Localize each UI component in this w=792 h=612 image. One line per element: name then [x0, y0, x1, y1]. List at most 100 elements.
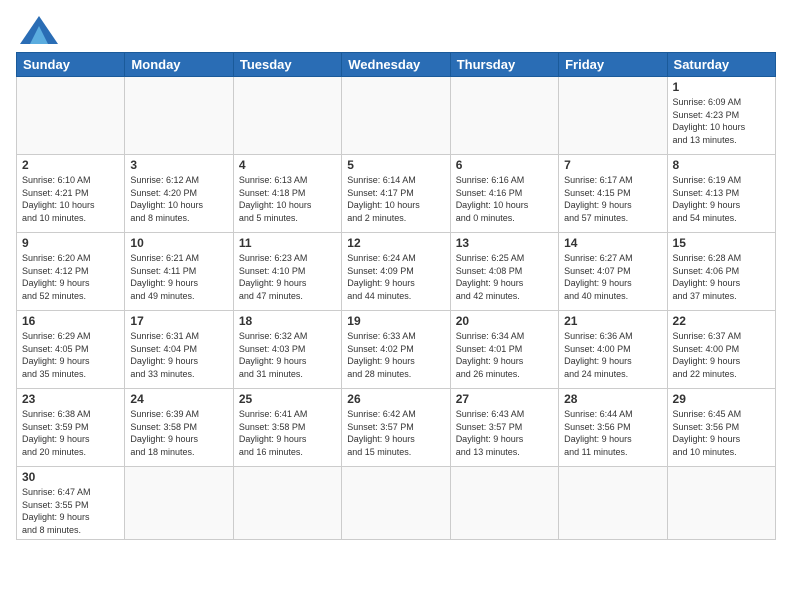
day-info: Sunrise: 6:29 AM Sunset: 4:05 PM Dayligh… — [22, 330, 119, 380]
calendar-cell: 29 Sunrise: 6:45 AM Sunset: 3:56 PM Dayli… — [667, 389, 775, 467]
day-info: Sunrise: 6:43 AM Sunset: 3:57 PM Dayligh… — [456, 408, 553, 458]
day-info: Sunrise: 6:32 AM Sunset: 4:03 PM Dayligh… — [239, 330, 336, 380]
weekday-thursday: Thursday — [450, 53, 558, 77]
day-number: 20 — [456, 314, 553, 328]
calendar-cell — [125, 467, 233, 540]
day-number: 9 — [22, 236, 119, 250]
calendar-cell — [450, 467, 558, 540]
day-info: Sunrise: 6:28 AM Sunset: 4:06 PM Dayligh… — [673, 252, 770, 302]
day-info: Sunrise: 6:24 AM Sunset: 4:09 PM Dayligh… — [347, 252, 444, 302]
calendar-cell: 23 Sunrise: 6:38 AM Sunset: 3:59 PM Dayli… — [17, 389, 125, 467]
calendar-cell — [450, 77, 558, 155]
calendar: SundayMondayTuesdayWednesdayThursdayFrid… — [16, 52, 776, 540]
weekday-saturday: Saturday — [667, 53, 775, 77]
weekday-friday: Friday — [559, 53, 667, 77]
calendar-cell: 19Sunrise: 6:33 AM Sunset: 4:02 PM Dayli… — [342, 311, 450, 389]
day-number: 12 — [347, 236, 444, 250]
day-info: Sunrise: 6:38 AM Sunset: 3:59 PM Dayligh… — [22, 408, 119, 458]
calendar-cell: 15 Sunrise: 6:28 AM Sunset: 4:06 PM Dayli… — [667, 233, 775, 311]
day-number: 21 — [564, 314, 661, 328]
header — [16, 16, 776, 44]
day-number: 26 — [347, 392, 444, 406]
day-number: 5 — [347, 158, 444, 172]
day-info: Sunrise: 6:13 AM Sunset: 4:18 PM Dayligh… — [239, 174, 336, 224]
calendar-cell: 12 Sunrise: 6:24 AM Sunset: 4:09 PM Dayli… — [342, 233, 450, 311]
day-number: 2 — [22, 158, 119, 172]
day-number: 15 — [673, 236, 770, 250]
day-info: Sunrise: 6:41 AM Sunset: 3:58 PM Dayligh… — [239, 408, 336, 458]
calendar-cell: 10 Sunrise: 6:21 AM Sunset: 4:11 PM Dayli… — [125, 233, 233, 311]
calendar-cell: 5 Sunrise: 6:14 AM Sunset: 4:17 PM Daylig… — [342, 155, 450, 233]
weekday-monday: Monday — [125, 53, 233, 77]
day-number: 4 — [239, 158, 336, 172]
calendar-cell: 8 Sunrise: 6:19 AM Sunset: 4:13 PM Daylig… — [667, 155, 775, 233]
day-info: Sunrise: 6:27 AM Sunset: 4:07 PM Dayligh… — [564, 252, 661, 302]
weekday-header-row: SundayMondayTuesdayWednesdayThursdayFrid… — [17, 53, 776, 77]
page: SundayMondayTuesdayWednesdayThursdayFrid… — [0, 0, 792, 612]
day-info: Sunrise: 6:47 AM Sunset: 3:55 PM Dayligh… — [22, 486, 119, 536]
day-info: Sunrise: 6:20 AM Sunset: 4:12 PM Dayligh… — [22, 252, 119, 302]
day-number: 1 — [673, 80, 770, 94]
calendar-cell: 13 Sunrise: 6:25 AM Sunset: 4:08 PM Dayli… — [450, 233, 558, 311]
calendar-cell: 2Sunrise: 6:10 AM Sunset: 4:21 PM Daylig… — [17, 155, 125, 233]
day-info: Sunrise: 6:42 AM Sunset: 3:57 PM Dayligh… — [347, 408, 444, 458]
day-info: Sunrise: 6:09 AM Sunset: 4:23 PM Dayligh… — [673, 96, 770, 146]
week-row-3: 9 Sunrise: 6:20 AM Sunset: 4:12 PM Daylig… — [17, 233, 776, 311]
day-info: Sunrise: 6:39 AM Sunset: 3:58 PM Dayligh… — [130, 408, 227, 458]
day-number: 28 — [564, 392, 661, 406]
calendar-cell — [559, 467, 667, 540]
day-number: 29 — [673, 392, 770, 406]
day-info: Sunrise: 6:16 AM Sunset: 4:16 PM Dayligh… — [456, 174, 553, 224]
day-info: Sunrise: 6:25 AM Sunset: 4:08 PM Dayligh… — [456, 252, 553, 302]
day-info: Sunrise: 6:34 AM Sunset: 4:01 PM Dayligh… — [456, 330, 553, 380]
calendar-cell: 21Sunrise: 6:36 AM Sunset: 4:00 PM Dayli… — [559, 311, 667, 389]
calendar-cell: 9 Sunrise: 6:20 AM Sunset: 4:12 PM Daylig… — [17, 233, 125, 311]
calendar-cell — [559, 77, 667, 155]
week-row-1: 1 Sunrise: 6:09 AM Sunset: 4:23 PM Daylig… — [17, 77, 776, 155]
day-number: 10 — [130, 236, 227, 250]
day-number: 7 — [564, 158, 661, 172]
day-number: 3 — [130, 158, 227, 172]
day-number: 23 — [22, 392, 119, 406]
calendar-cell — [125, 77, 233, 155]
weekday-tuesday: Tuesday — [233, 53, 341, 77]
calendar-cell — [342, 467, 450, 540]
day-number: 18 — [239, 314, 336, 328]
calendar-cell: 24Sunrise: 6:39 AM Sunset: 3:58 PM Dayli… — [125, 389, 233, 467]
day-info: Sunrise: 6:12 AM Sunset: 4:20 PM Dayligh… — [130, 174, 227, 224]
day-number: 25 — [239, 392, 336, 406]
calendar-cell: 16 Sunrise: 6:29 AM Sunset: 4:05 PM Dayli… — [17, 311, 125, 389]
calendar-cell: 22Sunrise: 6:37 AM Sunset: 4:00 PM Dayli… — [667, 311, 775, 389]
day-info: Sunrise: 6:19 AM Sunset: 4:13 PM Dayligh… — [673, 174, 770, 224]
calendar-cell: 18 Sunrise: 6:32 AM Sunset: 4:03 PM Dayli… — [233, 311, 341, 389]
day-info: Sunrise: 6:33 AM Sunset: 4:02 PM Dayligh… — [347, 330, 444, 380]
day-number: 8 — [673, 158, 770, 172]
week-row-5: 23 Sunrise: 6:38 AM Sunset: 3:59 PM Dayli… — [17, 389, 776, 467]
day-number: 27 — [456, 392, 553, 406]
calendar-cell: 14 Sunrise: 6:27 AM Sunset: 4:07 PM Dayli… — [559, 233, 667, 311]
day-info: Sunrise: 6:45 AM Sunset: 3:56 PM Dayligh… — [673, 408, 770, 458]
day-info: Sunrise: 6:31 AM Sunset: 4:04 PM Dayligh… — [130, 330, 227, 380]
calendar-cell — [342, 77, 450, 155]
day-number: 11 — [239, 236, 336, 250]
weekday-sunday: Sunday — [17, 53, 125, 77]
day-number: 16 — [22, 314, 119, 328]
calendar-cell — [233, 77, 341, 155]
weekday-wednesday: Wednesday — [342, 53, 450, 77]
day-number: 30 — [22, 470, 119, 484]
logo-icon — [20, 16, 58, 44]
day-info: Sunrise: 6:14 AM Sunset: 4:17 PM Dayligh… — [347, 174, 444, 224]
day-info: Sunrise: 6:21 AM Sunset: 4:11 PM Dayligh… — [130, 252, 227, 302]
day-info: Sunrise: 6:44 AM Sunset: 3:56 PM Dayligh… — [564, 408, 661, 458]
calendar-cell: 17 Sunrise: 6:31 AM Sunset: 4:04 PM Dayli… — [125, 311, 233, 389]
calendar-cell: 6Sunrise: 6:16 AM Sunset: 4:16 PM Daylig… — [450, 155, 558, 233]
day-info: Sunrise: 6:17 AM Sunset: 4:15 PM Dayligh… — [564, 174, 661, 224]
calendar-cell: 11Sunrise: 6:23 AM Sunset: 4:10 PM Dayli… — [233, 233, 341, 311]
calendar-cell: 7 Sunrise: 6:17 AM Sunset: 4:15 PM Daylig… — [559, 155, 667, 233]
day-number: 13 — [456, 236, 553, 250]
calendar-cell: 27 Sunrise: 6:43 AM Sunset: 3:57 PM Dayli… — [450, 389, 558, 467]
day-number: 22 — [673, 314, 770, 328]
calendar-cell: 20 Sunrise: 6:34 AM Sunset: 4:01 PM Dayli… — [450, 311, 558, 389]
day-number: 14 — [564, 236, 661, 250]
day-number: 17 — [130, 314, 227, 328]
